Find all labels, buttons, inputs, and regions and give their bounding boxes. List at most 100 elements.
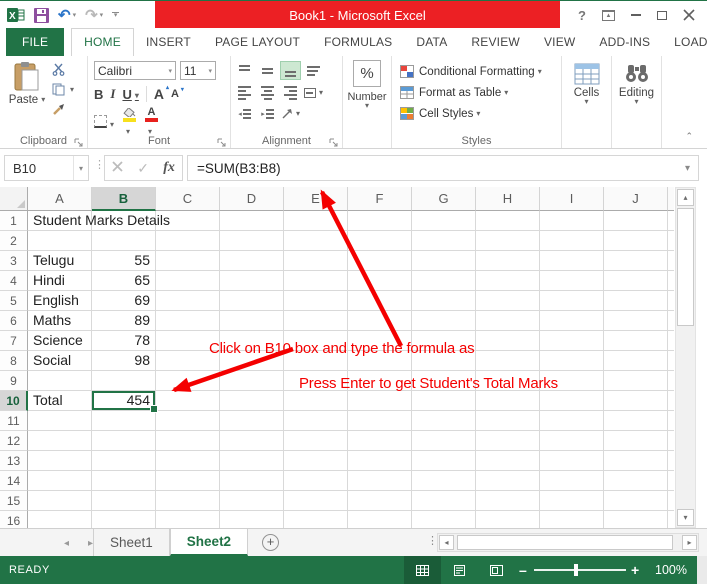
cell-f11[interactable] [348,411,412,431]
alignment-dialog-launcher-icon[interactable] [329,135,339,147]
help-icon[interactable]: ? [578,8,586,23]
undo-caret-icon[interactable]: ▾ [73,11,77,19]
cell-a15[interactable] [28,491,92,511]
cell-a4[interactable]: Hindi [28,271,92,291]
close-icon[interactable] [683,9,695,21]
cell-g11[interactable] [412,411,476,431]
cell-g16[interactable] [412,511,476,528]
cell-g13[interactable] [412,451,476,471]
cell-c13[interactable] [156,451,220,471]
tab-data[interactable]: DATA [404,29,459,56]
cell-i15[interactable] [540,491,604,511]
cell-e2[interactable] [284,231,348,251]
cell-c12[interactable] [156,431,220,451]
cell-d1[interactable] [220,211,284,231]
cell-d12[interactable] [220,431,284,451]
cell-d3[interactable] [220,251,284,271]
cell-b14[interactable] [92,471,156,491]
cell-a12[interactable] [28,431,92,451]
column-header-j[interactable]: J [604,187,668,211]
row-header-16[interactable]: 16 [0,511,28,528]
number-caret-icon[interactable] [343,103,391,109]
cell-h1[interactable] [476,211,540,231]
cell-i8[interactable] [540,351,604,371]
customize-quick-access-icon[interactable] [112,12,120,18]
expand-formula-bar-icon[interactable] [685,163,698,174]
underline-button[interactable]: U [122,87,138,102]
tab-file[interactable]: FILE [6,28,65,56]
row-header-15[interactable]: 15 [0,491,28,511]
name-box[interactable]: B10 ▾ [4,155,89,181]
cell-i2[interactable] [540,231,604,251]
cell-a1[interactable]: Student Marks Details [28,211,170,231]
tab-load[interactable]: LOAD [662,29,707,56]
cell-j5[interactable] [604,291,668,311]
middle-align-button[interactable] [258,62,277,79]
cell-d13[interactable] [220,451,284,471]
editing-button[interactable] [612,61,661,87]
new-sheet-icon[interactable] [262,534,279,551]
row-header-4[interactable]: 4 [0,271,28,291]
vertical-scroll-thumb[interactable] [677,208,694,326]
tab-home[interactable]: HOME [71,28,134,56]
cell-b10[interactable]: 454 [92,391,158,413]
cell-d6[interactable] [220,311,284,331]
cell-j14[interactable] [604,471,668,491]
vertical-scrollbar[interactable]: ▴ ▾ [675,187,696,528]
column-header-f[interactable]: F [348,187,412,211]
bold-button[interactable]: B [94,87,103,102]
cell-e3[interactable] [284,251,348,271]
cell-f5[interactable] [348,291,412,311]
normal-view-icon[interactable] [404,556,441,584]
cell-b4[interactable]: 65 [92,271,156,291]
column-header-d[interactable]: D [220,187,284,211]
cell-g6[interactable] [412,311,476,331]
cell-h2[interactable] [476,231,540,251]
ribbon-display-options-icon[interactable]: ▲ [602,9,615,21]
previous-sheet-icon[interactable] [64,538,69,549]
cell-h4[interactable] [476,271,540,291]
cell-i5[interactable] [540,291,604,311]
cell-a6[interactable]: Maths [28,311,92,331]
row-header-13[interactable]: 13 [0,451,28,471]
row-header-10[interactable]: 10 [0,391,28,411]
cell-a5[interactable]: English [28,291,92,311]
scroll-up-icon[interactable]: ▴ [677,189,694,206]
cell-c2[interactable] [156,231,220,251]
tab-review[interactable]: REVIEW [459,29,532,56]
cell-d11[interactable] [220,411,284,431]
cell-d4[interactable] [220,271,284,291]
borders-button[interactable] [94,114,114,133]
cell-a8[interactable]: Social [28,351,92,371]
cell-a10[interactable]: Total [28,391,92,411]
cell-f15[interactable] [348,491,412,511]
cell-j9[interactable] [604,371,668,391]
cell-h12[interactable] [476,431,540,451]
cell-g2[interactable] [412,231,476,251]
cell-i16[interactable] [540,511,604,528]
merge-center-button[interactable] [304,84,323,101]
format-painter-button[interactable] [52,102,74,116]
column-header-a[interactable]: A [28,187,92,211]
cell-j4[interactable] [604,271,668,291]
minimize-icon[interactable] [631,14,641,16]
cell-c3[interactable] [156,251,220,271]
italic-button[interactable]: I [110,86,115,102]
name-box-caret-icon[interactable]: ▾ [72,156,88,180]
cell-b8[interactable]: 98 [92,351,156,371]
cell-b6[interactable]: 89 [92,311,156,331]
cell-i12[interactable] [540,431,604,451]
row-header-6[interactable]: 6 [0,311,28,331]
cell-d16[interactable] [220,511,284,528]
cell-i10[interactable] [540,391,604,411]
cell-g10[interactable] [412,391,476,411]
cell-i11[interactable] [540,411,604,431]
cell-f3[interactable] [348,251,412,271]
row-header-11[interactable]: 11 [0,411,28,431]
cell-a3[interactable]: Telugu [28,251,92,271]
cell-j12[interactable] [604,431,668,451]
cell-b12[interactable] [92,431,156,451]
enter-icon[interactable] [137,160,149,177]
cell-c9[interactable] [156,371,220,391]
cell-h16[interactable] [476,511,540,528]
